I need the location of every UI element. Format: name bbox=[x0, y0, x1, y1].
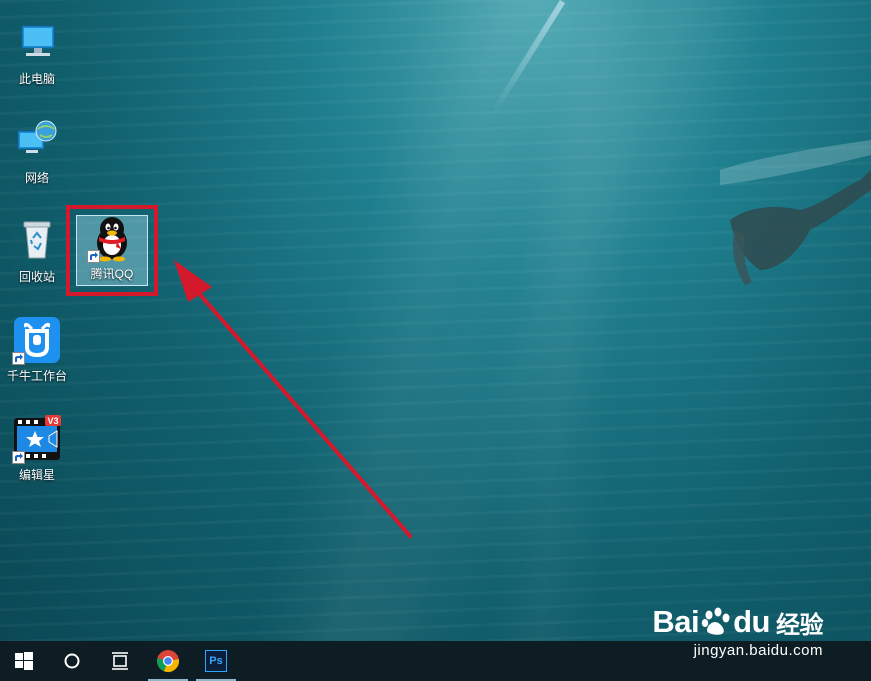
task-view-icon bbox=[112, 652, 128, 670]
watermark-url: jingyan.baidu.com bbox=[693, 642, 823, 659]
annotation-arrow bbox=[174, 260, 412, 538]
search-button[interactable] bbox=[48, 641, 96, 681]
baidu-logo-left: Bai bbox=[652, 604, 700, 639]
task-view-button[interactable] bbox=[96, 641, 144, 681]
windows-start-icon bbox=[15, 652, 33, 670]
photoshop-icon-text: Ps bbox=[209, 655, 223, 667]
baidu-logo: Bai du 经验 bbox=[652, 604, 823, 640]
taskbar-chrome[interactable] bbox=[144, 641, 192, 681]
photoshop-icon: Ps bbox=[205, 650, 227, 672]
baidu-paw-icon bbox=[701, 607, 730, 635]
chrome-icon bbox=[157, 650, 179, 673]
baidu-logo-right: du bbox=[733, 604, 770, 639]
jingyan-text: 经验 bbox=[776, 611, 824, 639]
taskbar-photoshop[interactable]: Ps bbox=[192, 641, 240, 681]
search-circle-icon bbox=[64, 653, 80, 669]
start-button[interactable] bbox=[0, 641, 48, 681]
baidu-jingyan-watermark: Bai du 经验 jingyan.baidu.com bbox=[652, 604, 823, 659]
